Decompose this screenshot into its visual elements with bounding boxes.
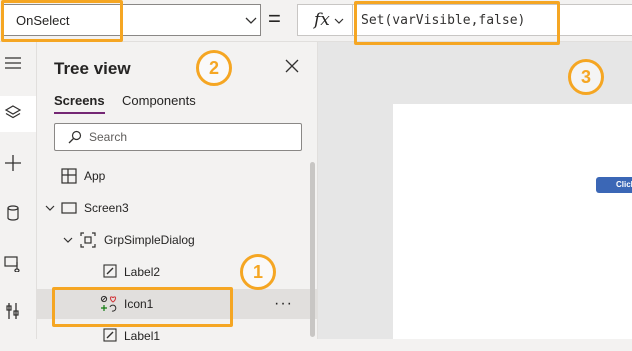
annotation-badge-1: 1 [240, 254, 276, 290]
menu-icon [5, 57, 21, 69]
group-icon [80, 232, 96, 248]
panel-title: Tree view [54, 59, 131, 78]
screen-icon [61, 202, 77, 214]
search-box[interactable] [54, 123, 302, 151]
tree-node-grpsimpledialog[interactable]: GrpSimpleDialog [37, 225, 317, 255]
tree-node-label: GrpSimpleDialog [104, 233, 195, 247]
rail-tools-button[interactable] [0, 294, 36, 330]
equals-sign: = [268, 6, 281, 31]
rail-menu-button[interactable] [0, 46, 36, 82]
label-icon [103, 264, 117, 278]
database-icon [7, 205, 19, 221]
tools-icon [6, 303, 19, 319]
more-options-button[interactable]: ··· [274, 295, 293, 313]
tab-screens[interactable]: Screens [54, 93, 105, 108]
annotation-badge-3: 3 [568, 59, 604, 95]
layers-icon [4, 105, 22, 119]
tree-node-label: App [84, 169, 106, 183]
active-tab-indicator [54, 112, 105, 114]
annotation-badge-2: 2 [196, 50, 232, 86]
tree-node-label: Screen3 [84, 201, 129, 215]
tree-scrollbar[interactable] [310, 162, 315, 337]
tree-node-app[interactable]: App [37, 161, 317, 191]
chevron-down-icon[interactable] [45, 204, 55, 212]
tree-node-label: Label1 [124, 329, 161, 343]
rail-insert-button[interactable] [0, 146, 36, 182]
search-icon [68, 130, 82, 144]
tree-node-label: Label2 [124, 265, 161, 279]
chevron-down-icon [245, 17, 257, 24]
app-screen-preview[interactable] [393, 104, 632, 339]
close-icon[interactable] [285, 59, 299, 73]
canvas-button[interactable]: Click [596, 177, 632, 193]
app-icon [61, 168, 77, 184]
label-icon [103, 328, 117, 342]
chevron-down-icon [334, 18, 344, 24]
add-icon [5, 155, 21, 171]
search-input[interactable] [89, 129, 289, 145]
fx-button[interactable]: fx [297, 4, 353, 36]
highlight-property-dropdown [1, 0, 123, 42]
rail-tree-view-button[interactable] [0, 96, 36, 132]
highlight-formula [354, 1, 560, 45]
media-icon [4, 256, 20, 272]
tab-components[interactable]: Components [122, 93, 196, 108]
chevron-down-icon[interactable] [63, 236, 73, 244]
rail-data-button[interactable] [0, 196, 36, 232]
fx-icon: fx [314, 10, 330, 30]
highlight-icon1-row [52, 287, 233, 327]
rail-media-button[interactable] [0, 246, 36, 282]
tree-node-screen3[interactable]: Screen3 [37, 193, 317, 223]
left-rail [0, 42, 37, 339]
